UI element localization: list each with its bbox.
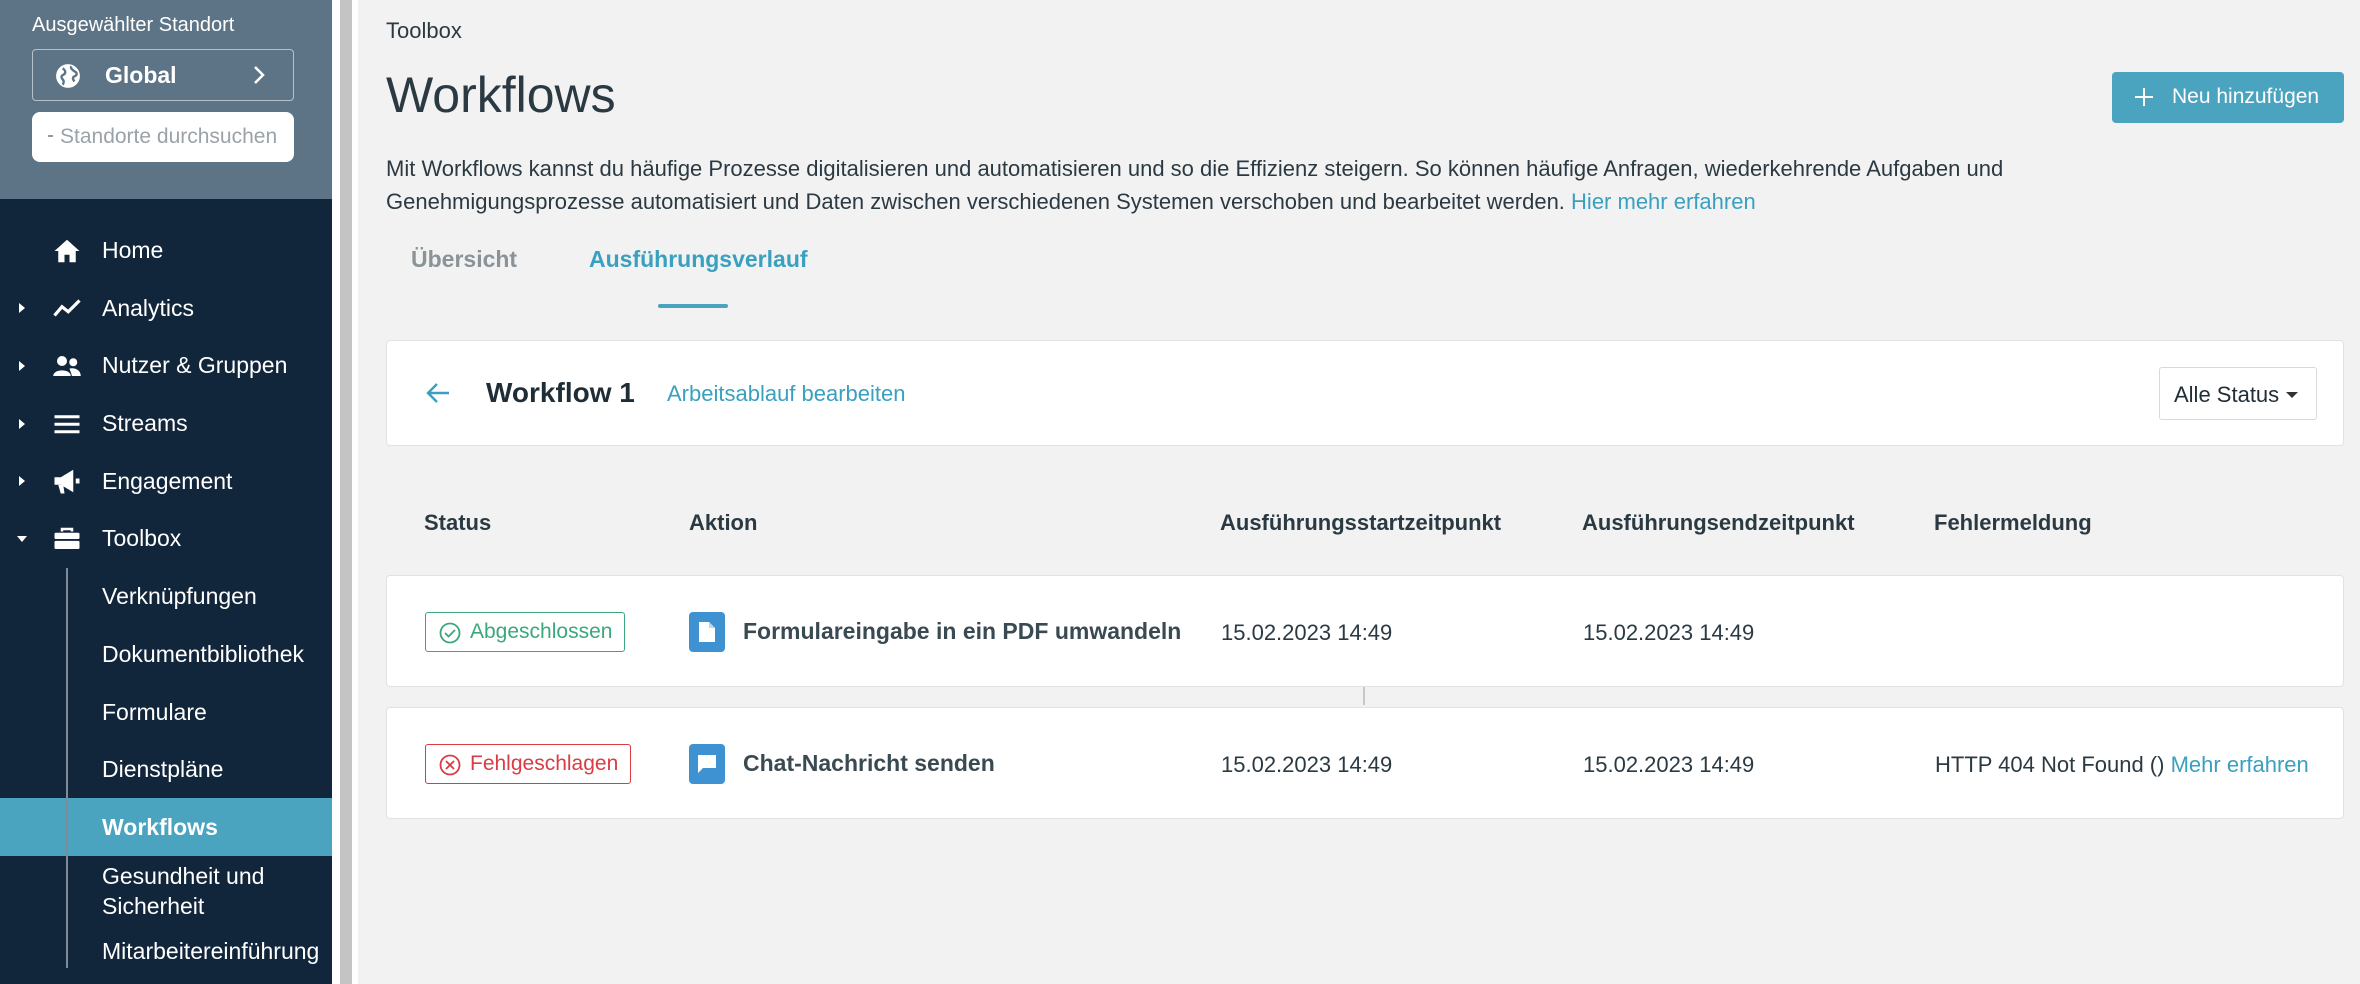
column-header-start: Ausführungsstartzeitpunkt (1220, 510, 1502, 535)
sub-item-label: Verknüpfungen (102, 583, 257, 610)
learn-more-link[interactable]: Hier mehr erfahren (1571, 189, 1756, 214)
caret-down-icon (2286, 392, 2298, 398)
nav-item-engagement[interactable]: Engagement (0, 452, 332, 510)
caret-right-icon (19, 476, 25, 487)
home-icon (54, 239, 80, 263)
check-circle-icon (439, 622, 461, 644)
sidebar-scrollbar[interactable] (340, 0, 352, 984)
nav-item-users[interactable]: Nutzer & Gruppen (0, 337, 332, 395)
sidebar-item-formulare[interactable]: Formulare (0, 683, 332, 741)
nav-label: Analytics (102, 294, 195, 321)
status-label: Abgeschlossen (470, 620, 613, 643)
sub-item-label: Mitarbeitereinführung (102, 937, 320, 964)
caret-right-icon (19, 418, 25, 429)
location-selector-panel: Ausgewählter Standort Global (0, 0, 332, 199)
plus-icon (2135, 88, 2153, 106)
nav-item-toolbox[interactable]: Toolbox (0, 510, 332, 568)
status-badge-error: Fehlgeschlagen (425, 744, 632, 784)
status-badge-success: Abgeschlossen (425, 612, 626, 652)
sidebar: Ausgewählter Standort Global Home Analyt… (0, 0, 332, 984)
column-header-action: Aktion (689, 510, 758, 535)
location-button[interactable]: Global (32, 49, 294, 101)
nav-item-analytics[interactable]: Analytics (0, 280, 332, 338)
users-icon (53, 355, 81, 376)
table-row: Abgeschlossen Formulareingabe in ein PDF… (386, 575, 2344, 687)
status-label: Fehlgeschlagen (470, 752, 619, 775)
chat-icon (689, 744, 725, 784)
sidebar-item-gesundheit[interactable]: Gesundheit und Sicherheit (0, 856, 332, 926)
nav-item-home[interactable]: Home (0, 222, 332, 280)
back-arrow-icon[interactable] (425, 381, 451, 405)
start-time: 15.02.2023 14:49 (1221, 752, 1393, 777)
error-learn-more-link[interactable]: Mehr erfahren (2171, 752, 2309, 777)
column-header-end: Ausführungsendzeitpunkt (1582, 510, 1855, 535)
nav-label: Streams (102, 410, 188, 437)
error-circle-icon (439, 754, 461, 776)
edit-workflow-link[interactable]: Arbeitsablauf bearbeiten (667, 381, 906, 407)
sub-item-label: Dokumentbibliothek (102, 640, 305, 667)
streams-icon (54, 414, 80, 433)
main-content: Toolbox Workflows Neu hinzufügen Mit Wor… (358, 0, 2360, 984)
sub-item-label: Dienstpläne (102, 756, 224, 783)
tab-overview[interactable]: Übersicht (411, 246, 517, 273)
end-time: 15.02.2023 14:49 (1583, 752, 1755, 777)
error-message: HTTP 404 Not Found () Mehr erfahren (1935, 752, 2309, 778)
status-filter-select[interactable]: Alle Status (2159, 367, 2317, 420)
table-row: Fehlgeschlagen Chat-Nachricht senden 15.… (386, 707, 2344, 819)
column-header-error: Fehlermeldung (1934, 510, 2092, 535)
start-time: 15.02.2023 14:49 (1221, 620, 1393, 645)
end-time: 15.02.2023 14:49 (1583, 620, 1755, 645)
action-label: Formulareingabe in ein PDF umwandeln (743, 618, 1182, 644)
sub-item-label: Workflows (102, 813, 218, 840)
analytics-icon (53, 299, 81, 317)
page-title: Workflows (386, 67, 616, 123)
chevron-right-icon (254, 66, 265, 84)
caret-right-icon (19, 360, 25, 371)
active-tab-indicator (658, 304, 728, 308)
column-header-status: Status (424, 510, 492, 535)
breadcrumb[interactable]: Toolbox (386, 18, 462, 44)
sub-item-label: Formulare (102, 698, 207, 725)
main-navigation: Home Analytics Nutzer & Gruppen Streams … (0, 222, 332, 976)
document-icon (689, 612, 725, 652)
workflow-name: Workflow 1 (486, 377, 635, 408)
nav-label: Toolbox (102, 525, 182, 552)
nav-label: Nutzer & Gruppen (102, 352, 288, 379)
toolbox-icon (54, 527, 80, 549)
sub-item-label: Gesundheit und Sicherheit (102, 862, 265, 919)
add-new-button[interactable]: Neu hinzufügen (2112, 72, 2344, 123)
nav-item-streams[interactable]: Streams (0, 395, 332, 453)
sidebar-item-dienstplaene[interactable]: Dienstpläne (0, 740, 332, 798)
nav-label: Home (102, 237, 164, 264)
submenu-guide-line (66, 568, 68, 968)
row-divider (1363, 687, 1365, 705)
description-text: Mit Workflows kannst du häufige Prozesse… (386, 156, 2004, 214)
sidebar-item-dokumentbibliothek[interactable]: Dokumentbibliothek (0, 625, 332, 683)
sidebar-item-mitarbeitereinfuehrung[interactable]: Mitarbeitereinführung (0, 926, 332, 976)
megaphone-icon (54, 469, 80, 494)
search-icon (48, 135, 53, 137)
location-caption: Ausgewählter Standort (32, 14, 235, 36)
action-label: Chat-Nachricht senden (743, 750, 995, 776)
sidebar-item-workflows[interactable]: Workflows (0, 797, 332, 856)
caret-right-icon (19, 303, 25, 314)
workflow-header-card: Workflow 1 Arbeitsablauf bearbeiten Alle… (386, 340, 2344, 446)
tab-execution-history[interactable]: Ausführungsverlauf (589, 246, 808, 273)
location-search-input[interactable] (32, 112, 294, 162)
add-new-label: Neu hinzufügen (2172, 85, 2320, 108)
sidebar-item-verknuepfungen[interactable]: Verknüpfungen (0, 568, 332, 626)
globe-icon (56, 64, 80, 88)
location-value: Global (105, 62, 177, 88)
status-filter-value: Alle Status (2174, 382, 2280, 407)
nav-label: Engagement (102, 467, 233, 494)
error-text: HTTP 404 Not Found () (1935, 752, 2165, 777)
caret-down-icon (17, 535, 27, 542)
page-description: Mit Workflows kannst du häufige Prozesse… (386, 152, 2086, 218)
